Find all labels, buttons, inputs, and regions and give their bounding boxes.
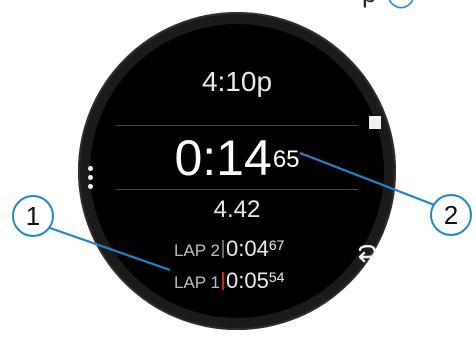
callout-leader-lines: [49, 151, 438, 272]
callout-2-marker: 2: [430, 194, 472, 236]
callout-1-marker: 1: [12, 195, 54, 237]
stage: p◯ 4:10p 0:1465 4.42 LAP 20:0467 LAP 10:…: [0, 0, 476, 349]
callout-2-leader: [299, 151, 438, 208]
callout-1-leader: [49, 226, 171, 272]
